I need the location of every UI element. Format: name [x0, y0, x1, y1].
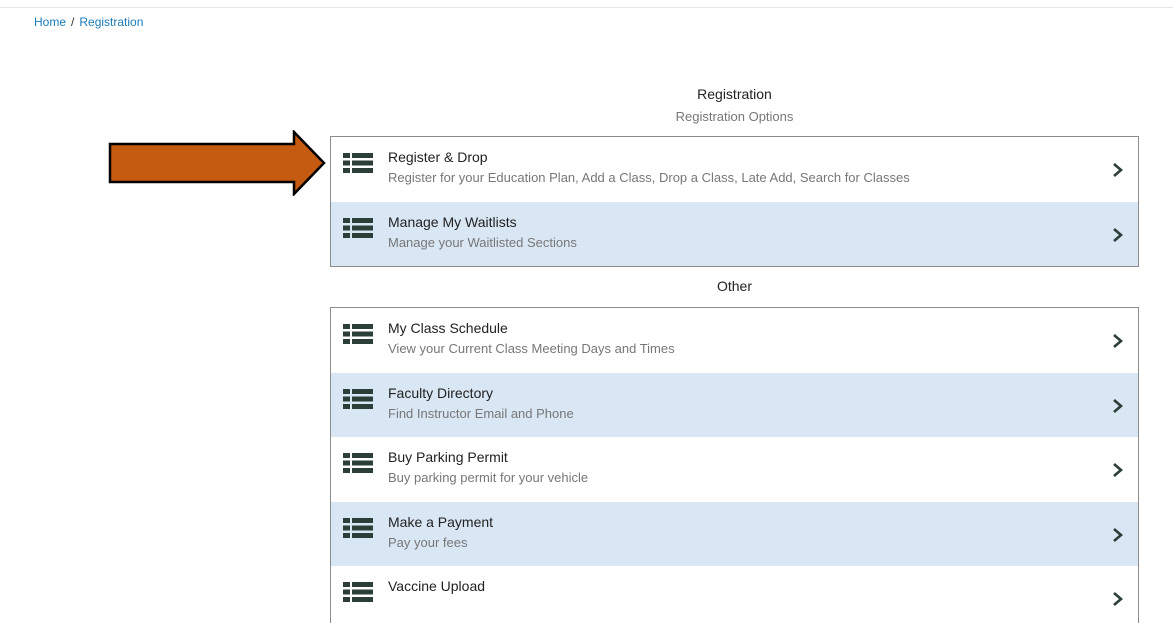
menu-item-label: Make a Payment	[388, 513, 494, 530]
menu-item-description: Register for your Education Plan, Add a …	[388, 170, 910, 185]
list-icon	[343, 517, 373, 538]
menu-item-description: View your Current Class Meeting Days and…	[388, 341, 675, 356]
menu-item-label: Buy Parking Permit	[388, 449, 508, 465]
registration-section-title: Registration	[697, 86, 772, 102]
breadcrumb-home-link[interactable]: Home	[34, 15, 66, 29]
other-menu: My Class Schedule View your Current Clas…	[330, 307, 1139, 623]
menu-item-vaccine-upload[interactable]: Vaccine Upload	[331, 566, 1138, 623]
menu-item-description: Pay your fees	[388, 534, 468, 550]
breadcrumb-separator: /	[71, 15, 75, 29]
other-section-title: Other	[716, 278, 752, 294]
menu-item-buy-parking-permit[interactable]: Buy Parking Permit Buy parking permit fo…	[331, 437, 1138, 502]
list-icon	[343, 217, 373, 238]
chevron-right-icon	[1113, 592, 1123, 606]
menu-item-faculty-directory[interactable]: Faculty Directory Find Instructor Email …	[331, 372, 1138, 437]
list-icon	[343, 153, 373, 173]
chevron-right-icon	[1113, 227, 1123, 242]
list-icon	[343, 324, 373, 344]
menu-item-description: Manage your Waitlisted Sections	[388, 234, 577, 250]
registration-section-subtitle: Registration Options	[675, 109, 794, 124]
breadcrumb-registration-link[interactable]: Registration	[79, 15, 143, 29]
menu-item-label: My Class Schedule	[388, 320, 508, 336]
chevron-right-icon	[1113, 163, 1123, 177]
menu-item-label: Vaccine Upload	[388, 578, 486, 594]
menu-item-label: Manage My Waitlists	[388, 213, 517, 230]
chevron-right-icon	[1113, 398, 1123, 413]
top-divider	[0, 7, 1173, 8]
chevron-right-icon	[1113, 334, 1123, 348]
page: Home / Registration Registration Registrat…	[0, 0, 1173, 623]
list-icon	[343, 388, 373, 409]
menu-item-manage-waitlists[interactable]: Manage My Waitlists Manage your Waitlist…	[331, 201, 1138, 266]
list-icon	[343, 453, 373, 473]
registration-menu: Register & Drop Register for your Educat…	[330, 136, 1139, 267]
chevron-right-icon	[1113, 527, 1123, 542]
menu-item-description: Find Instructor Email and Phone	[388, 405, 574, 421]
menu-item-my-class-schedule[interactable]: My Class Schedule View your Current Clas…	[331, 308, 1138, 373]
arrow-annotation-icon	[108, 130, 326, 196]
menu-item-label: Faculty Directory	[388, 384, 494, 401]
chevron-right-icon	[1113, 463, 1123, 477]
menu-item-register-drop[interactable]: Register & Drop Register for your Educat…	[331, 137, 1138, 202]
menu-item-make-payment[interactable]: Make a Payment Pay your fees	[331, 501, 1138, 566]
list-icon	[343, 582, 373, 602]
menu-item-description: Buy parking permit for your vehicle	[388, 470, 589, 485]
breadcrumb: Home / Registration	[34, 15, 143, 29]
menu-item-label: Register & Drop	[388, 149, 488, 165]
